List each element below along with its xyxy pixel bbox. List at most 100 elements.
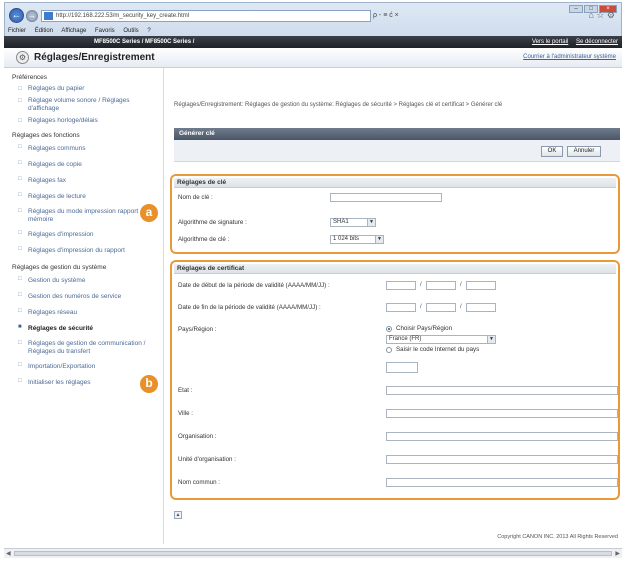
sidebar-item-network[interactable]: Réglages réseau xyxy=(4,305,163,321)
admin-mail-link[interactable]: Courrier à l'administrateur système xyxy=(523,54,616,60)
home-icon[interactable]: ⌂ xyxy=(588,10,593,20)
menu-edit[interactable]: Édition xyxy=(35,28,53,34)
key-algo-select[interactable]: 1 024 bits ▼ xyxy=(330,235,384,244)
menu-file[interactable]: Fichier xyxy=(8,28,26,34)
start-date-label: Date de début de la période de validité … xyxy=(178,282,330,289)
scroll-left-icon[interactable]: ◀ xyxy=(6,550,11,557)
date-separator: / xyxy=(420,282,422,288)
search-refresh-controls[interactable]: ρ - ≡ ć × xyxy=(373,12,399,19)
signature-algo-label: Algorithme de signature : xyxy=(178,219,247,226)
sidebar: Préférences Réglages du papier Réglage v… xyxy=(4,68,164,544)
sidebar-item-system-management[interactable]: Gestion du système xyxy=(4,273,163,289)
cancel-button[interactable]: Annuler xyxy=(567,146,601,157)
certificate-settings-panel: Réglages de certificat Date de début de … xyxy=(170,260,620,500)
sidebar-item-service-numbers[interactable]: Gestion des numéros de service xyxy=(4,289,163,305)
page-header-title: Réglages/Enregistrement xyxy=(34,52,155,63)
key-algo-label: Algorithme de clé : xyxy=(178,236,230,243)
start-month-field[interactable] xyxy=(426,281,456,290)
enter-country-code-radio[interactable] xyxy=(386,347,392,353)
menu-favorites[interactable]: Favoris xyxy=(95,28,115,34)
callout-b: b xyxy=(140,375,158,393)
chevron-down-icon: ▼ xyxy=(367,219,375,226)
country-select[interactable]: France (FR) ▼ xyxy=(386,335,496,344)
sidebar-item-paper[interactable]: Réglages du papier xyxy=(4,83,163,95)
star-icon[interactable]: ☆ xyxy=(596,10,604,20)
device-bar: MF8500C Series / MF8500C Series / Vers l… xyxy=(4,36,622,48)
sidebar-item-memory-print[interactable]: Réglages du mode impression rapport mémo… xyxy=(4,205,163,227)
city-label: Ville : xyxy=(178,410,194,417)
page-title: Générer clé xyxy=(174,128,620,140)
start-year-field[interactable] xyxy=(386,281,416,290)
signature-algo-select[interactable]: SHA1 ▼ xyxy=(330,218,376,227)
callout-a: a xyxy=(140,204,158,222)
country-value: France (FR) xyxy=(389,336,422,342)
date-separator: / xyxy=(460,304,462,310)
menu-view[interactable]: Affichage xyxy=(61,28,86,34)
favicon-icon xyxy=(44,12,53,20)
address-bar[interactable]: http://192.168.222.53/m_security_key_cre… xyxy=(41,10,371,22)
common-name-label: Nom commun : xyxy=(178,479,220,486)
horizontal-scrollbar[interactable]: ◀ ▶ xyxy=(4,548,622,558)
scroll-top-icon[interactable]: ▲ xyxy=(174,511,182,519)
enter-country-code-label: Saisir le code Internet du pays xyxy=(396,346,480,353)
breadcrumb: Réglages/Enregistrement: Réglages de ges… xyxy=(174,102,503,108)
end-day-field[interactable] xyxy=(466,303,496,312)
menu-help[interactable]: ? xyxy=(147,28,150,34)
state-label: Etat : xyxy=(178,387,193,394)
gear-icon[interactable]: ⚙ xyxy=(607,10,615,20)
sidebar-item-copy[interactable]: Réglages de copie xyxy=(4,157,163,173)
sidebar-item-volume-display[interactable]: Réglage volume sonore / Réglages d'affic… xyxy=(4,95,163,115)
end-date-label: Date de fin de la période de validité (A… xyxy=(178,304,321,311)
copyright: Copyright CANON INC. 2013 All Rights Res… xyxy=(497,534,618,540)
main-content: Réglages/Enregistrement: Réglages de ges… xyxy=(166,68,622,540)
sidebar-section-preferences: Préférences xyxy=(12,74,48,81)
sidebar-section-functions: Réglages des fonctions xyxy=(12,132,80,139)
back-icon[interactable]: ← xyxy=(9,8,24,23)
scroll-right-icon[interactable]: ▶ xyxy=(615,550,620,557)
sidebar-item-fax[interactable]: Réglages fax xyxy=(4,173,163,189)
org-unit-field[interactable] xyxy=(386,455,618,464)
scrollbar-thumb[interactable] xyxy=(14,551,612,556)
end-month-field[interactable] xyxy=(426,303,456,312)
sidebar-item-import-export[interactable]: Importation/Exportation xyxy=(4,359,163,375)
date-separator: / xyxy=(460,282,462,288)
sidebar-item-communication[interactable]: Réglages de gestion de communication / R… xyxy=(4,337,163,359)
choose-country-radio[interactable] xyxy=(386,326,392,332)
action-area: OK Annuler xyxy=(174,140,620,162)
chevron-down-icon: ▼ xyxy=(487,336,495,343)
chevron-down-icon: ▼ xyxy=(375,236,383,243)
sidebar-item-common[interactable]: Réglages communs xyxy=(4,141,163,157)
portal-link[interactable]: Vers le portail xyxy=(532,39,568,45)
menu-bar: Fichier Édition Affichage Favoris Outils… xyxy=(5,26,621,36)
browser-chrome: – □ × ← → http://192.168.222.53/m_securi… xyxy=(4,2,622,36)
address-tools: ρ - ≡ ć × xyxy=(373,10,603,22)
sidebar-item-print[interactable]: Réglages d'impression xyxy=(4,227,163,243)
country-code-field[interactable] xyxy=(386,362,418,373)
certificate-settings-title: Réglages de certificat xyxy=(174,264,616,274)
sidebar-item-security[interactable]: Réglages de sécurité xyxy=(4,321,163,337)
end-year-field[interactable] xyxy=(386,303,416,312)
key-name-field[interactable] xyxy=(330,193,442,202)
sidebar-item-scan[interactable]: Réglages de lecture xyxy=(4,189,163,205)
country-label: Pays/Région : xyxy=(178,326,217,333)
key-settings-panel: Réglages de clé Nom de clé : Algorithme … xyxy=(170,174,620,254)
organisation-field[interactable] xyxy=(386,432,618,441)
menu-tools[interactable]: Outils xyxy=(123,28,138,34)
date-separator: / xyxy=(420,304,422,310)
city-field[interactable] xyxy=(386,409,618,418)
sidebar-item-report-print[interactable]: Réglages d'impression du rapport xyxy=(4,243,163,259)
page-header: ⚙ Réglages/Enregistrement Courrier à l'a… xyxy=(4,48,622,68)
device-name: MF8500C Series / MF8500C Series / xyxy=(94,39,195,45)
settings-icon: ⚙ xyxy=(16,51,29,64)
state-field[interactable] xyxy=(386,386,618,395)
ok-button[interactable]: OK xyxy=(541,146,563,157)
logout-link[interactable]: Se déconnecter xyxy=(576,39,618,45)
forward-icon[interactable]: → xyxy=(26,10,38,22)
common-name-field[interactable] xyxy=(386,478,618,487)
org-unit-label: Unité d'organisation : xyxy=(178,456,236,463)
sidebar-item-clock[interactable]: Réglages horloge/délais xyxy=(4,115,163,127)
key-name-label: Nom de clé : xyxy=(178,194,213,201)
start-day-field[interactable] xyxy=(466,281,496,290)
key-algo-value: 1 024 bits xyxy=(333,236,360,242)
organisation-label: Organisation : xyxy=(178,433,217,440)
